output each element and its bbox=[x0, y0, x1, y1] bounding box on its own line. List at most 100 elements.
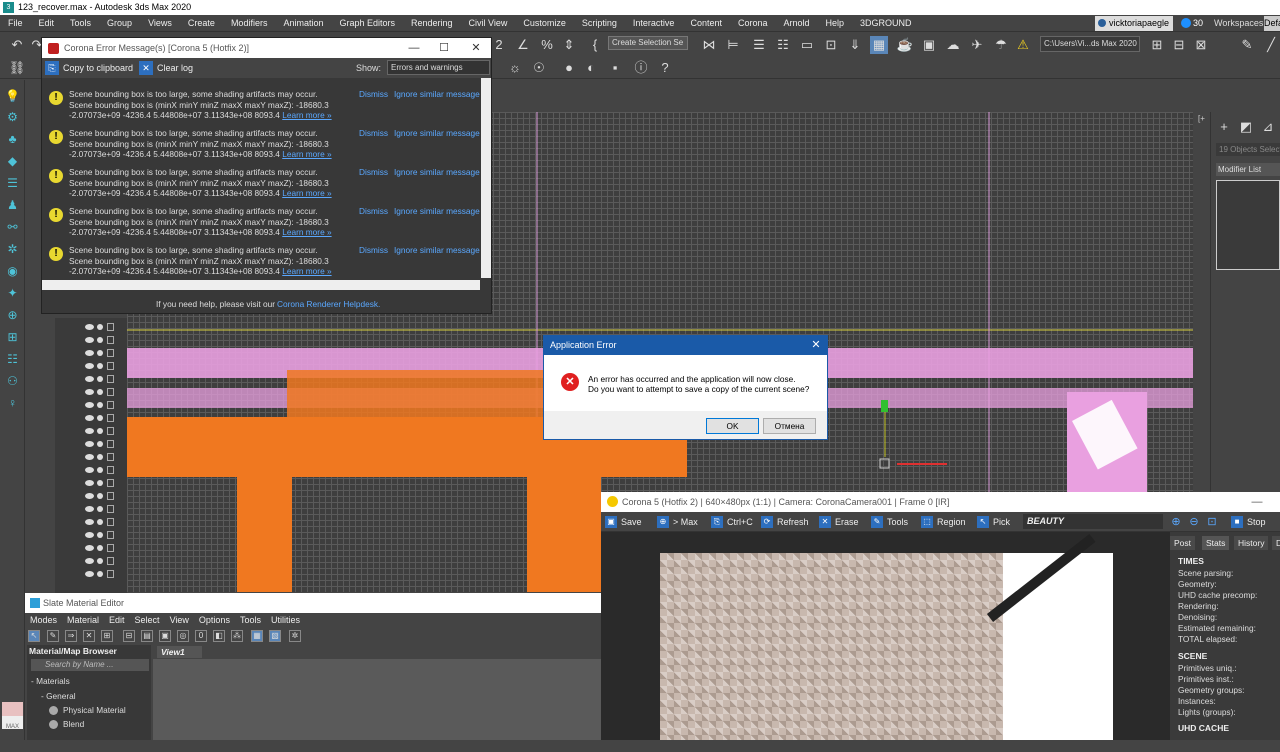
named-selection-set-dropdown[interactable]: Create Selection Se bbox=[608, 36, 688, 50]
material-editor-icon[interactable]: ▦ bbox=[870, 36, 888, 54]
learn-more-link[interactable]: Learn more » bbox=[282, 227, 331, 237]
outliner-row[interactable] bbox=[85, 387, 125, 397]
workspaces-dropdown[interactable]: Default bbox=[1264, 16, 1280, 31]
menu-file[interactable]: File bbox=[0, 15, 31, 32]
hide-unused-icon[interactable]: ⊟ bbox=[123, 630, 135, 642]
ignore-similar-link[interactable]: Ignore similar messages bbox=[394, 167, 480, 177]
pick-material-icon[interactable]: ✎ bbox=[47, 630, 59, 642]
select-icon[interactable]: ⊞ bbox=[4, 329, 21, 346]
taskbar-thumbnail[interactable]: MAX bbox=[2, 702, 23, 730]
camera-icon[interactable]: ⚇ bbox=[4, 373, 21, 390]
tab-d[interactable]: D bbox=[1272, 536, 1280, 550]
save-button[interactable]: ▣ Save bbox=[605, 515, 642, 529]
rendered-frame-icon[interactable]: ▣ bbox=[920, 36, 938, 54]
scene-explorer-icon[interactable]: ☰ bbox=[750, 36, 768, 54]
align-icon[interactable]: ⊨ bbox=[724, 36, 742, 54]
menu-corona[interactable]: Corona bbox=[730, 15, 776, 32]
menu-edit[interactable]: Edit bbox=[31, 15, 63, 32]
gear-icon[interactable]: ⚙ bbox=[4, 109, 21, 126]
modify-tab-icon[interactable]: ◩ bbox=[1237, 118, 1255, 136]
percent-snap-icon[interactable]: % bbox=[538, 36, 556, 54]
menu-rendering[interactable]: Rendering bbox=[403, 15, 461, 32]
paint-icon[interactable]: ✦ bbox=[4, 285, 21, 302]
dismiss-link[interactable]: Dismiss bbox=[359, 128, 388, 138]
learn-more-link[interactable]: Learn more » bbox=[282, 266, 331, 276]
outliner-row[interactable] bbox=[85, 504, 125, 514]
render-setup-icon[interactable]: ☕ bbox=[896, 36, 914, 54]
corona-ir-icon[interactable]: ☉ bbox=[530, 59, 548, 77]
user-account-button[interactable]: vicktoriapaegle bbox=[1095, 16, 1174, 31]
brush-icon[interactable]: ╱ bbox=[1262, 36, 1280, 54]
tab-stats[interactable]: Stats bbox=[1202, 536, 1230, 550]
tools-button[interactable]: ✎ Tools bbox=[871, 515, 908, 529]
project-path-dropdown[interactable]: C:\Users\Vi...ds Max 2020 bbox=[1040, 36, 1140, 52]
dismiss-link[interactable]: Dismiss bbox=[359, 206, 388, 216]
ribbon-icon[interactable]: ▭ bbox=[798, 36, 816, 54]
outliner-row[interactable] bbox=[85, 517, 125, 527]
slate-menu-select[interactable]: Select bbox=[130, 613, 165, 628]
sample-icon[interactable]: ▣ bbox=[159, 630, 171, 642]
menu-group[interactable]: Group bbox=[99, 15, 140, 32]
corona-light-icon[interactable]: ◐ bbox=[582, 59, 600, 77]
slate-node-canvas[interactable] bbox=[153, 659, 601, 740]
corona-render-icon[interactable]: ☼ bbox=[506, 59, 524, 77]
minimize-icon[interactable]: — bbox=[1242, 492, 1272, 512]
select-link-icon[interactable]: ⛓ bbox=[8, 59, 26, 77]
menu-scripting[interactable]: Scripting bbox=[574, 15, 625, 32]
ignore-similar-link[interactable]: Ignore similar messages bbox=[394, 89, 480, 99]
list-icon[interactable]: ☰ bbox=[4, 175, 21, 192]
snap-toggle-icon[interactable]: 2 bbox=[490, 36, 508, 54]
vertical-scrollbar[interactable] bbox=[481, 78, 491, 278]
corona-help-icon[interactable]: ? bbox=[656, 59, 674, 77]
sphere-icon[interactable]: ◉ bbox=[4, 263, 21, 280]
show-filter-dropdown[interactable]: Errors and warnings bbox=[387, 60, 490, 75]
chain-icon[interactable]: ⚯ bbox=[4, 219, 21, 236]
spinner-snap-icon[interactable]: ⇕ bbox=[560, 36, 578, 54]
modifier-list-dropdown[interactable]: Modifier List bbox=[1216, 163, 1280, 176]
show-map-icon[interactable]: 0 bbox=[195, 630, 207, 642]
zoom-fit-icon[interactable]: ⊡ bbox=[1203, 513, 1221, 531]
outliner-row[interactable] bbox=[85, 569, 125, 579]
refresh-button[interactable]: ⟳ Refresh bbox=[761, 515, 809, 529]
slate-menu-edit[interactable]: Edit bbox=[104, 613, 130, 628]
lightbulb-icon[interactable]: 💡 bbox=[4, 88, 21, 105]
notifications-badge[interactable]: 30 bbox=[1180, 16, 1203, 31]
nav-icon[interactable]: ✲ bbox=[289, 630, 301, 642]
shapes-icon[interactable]: ◆ bbox=[4, 153, 21, 170]
move-children-icon[interactable]: ⊞ bbox=[101, 630, 113, 642]
outliner-row[interactable] bbox=[85, 491, 125, 501]
outliner-row[interactable] bbox=[85, 400, 125, 410]
browser-search-input[interactable]: Search by Name ... bbox=[31, 659, 149, 671]
create-tab-icon[interactable]: + bbox=[1215, 118, 1233, 136]
view1-tab[interactable]: View1 bbox=[157, 646, 202, 658]
outliner-row[interactable] bbox=[85, 413, 125, 423]
maximize-icon[interactable]: ☐ bbox=[429, 38, 459, 58]
tree-icon[interactable]: ♣ bbox=[4, 131, 21, 148]
tab-history[interactable]: History bbox=[1234, 536, 1269, 550]
copy-button[interactable]: ⎘ Ctrl+C bbox=[711, 515, 753, 529]
materials-group[interactable]: - Materials bbox=[31, 676, 70, 686]
scale-icon[interactable]: ⊕ bbox=[4, 307, 21, 324]
learn-more-link[interactable]: Learn more » bbox=[282, 149, 331, 159]
menu-tools[interactable]: Tools bbox=[62, 15, 99, 32]
menu-3dground[interactable]: 3DGROUND bbox=[852, 15, 920, 32]
menu-customize[interactable]: Customize bbox=[515, 15, 574, 32]
ignore-similar-link[interactable]: Ignore similar messages bbox=[394, 245, 480, 255]
warning-icon[interactable]: ⚠ bbox=[1014, 36, 1032, 54]
material-item-blend[interactable]: Blend bbox=[49, 719, 84, 729]
hierarchy-tab-icon[interactable]: ⊿ bbox=[1259, 118, 1277, 136]
stop-button[interactable]: ■ Stop bbox=[1231, 515, 1266, 529]
ignore-similar-link[interactable]: Ignore similar messages bbox=[394, 128, 480, 138]
cog-icon[interactable]: ✲ bbox=[4, 241, 21, 258]
menu-content[interactable]: Content bbox=[682, 15, 730, 32]
slate-menu-material[interactable]: Material bbox=[62, 613, 104, 628]
outliner-row[interactable] bbox=[85, 322, 125, 332]
to-max-button[interactable]: ⊕ > Max bbox=[657, 515, 698, 529]
background-icon[interactable]: ◎ bbox=[177, 630, 189, 642]
assign-material-icon[interactable]: ⇒ bbox=[65, 630, 77, 642]
render-pass-dropdown[interactable]: BEAUTY bbox=[1023, 514, 1163, 529]
link-icon[interactable]: ⊠ bbox=[1192, 36, 1210, 54]
learn-more-link[interactable]: Learn more » bbox=[282, 110, 331, 120]
outliner-row[interactable] bbox=[85, 348, 125, 358]
bulb2-icon[interactable]: ♀ bbox=[4, 395, 21, 412]
